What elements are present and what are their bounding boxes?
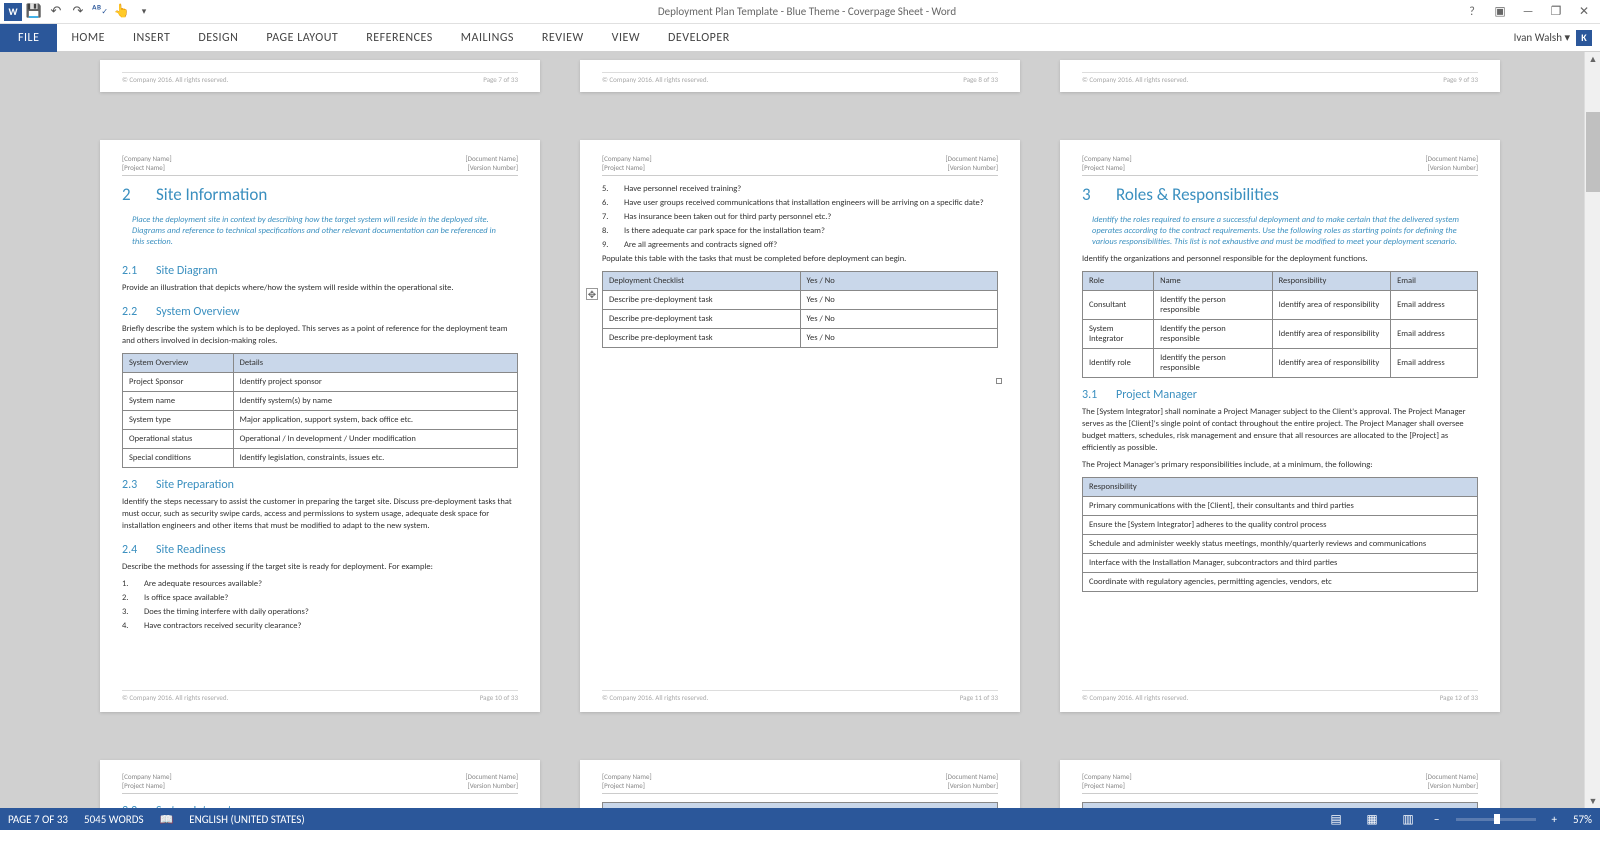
tab-review[interactable]: REVIEW: [528, 24, 598, 52]
minimize-icon[interactable]: —: [1516, 2, 1540, 22]
page-count[interactable]: PAGE 7 OF 33: [8, 813, 68, 826]
heading-site-preparation: 2.3Site Preparation: [122, 478, 518, 492]
page-12[interactable]: [Company Name][Project Name][Document Na…: [1060, 140, 1500, 712]
body-text: Populate this table with the tasks that …: [602, 254, 998, 266]
heading-roles: 3Roles & Responsibilities: [1082, 184, 1478, 205]
page-11[interactable]: [Company Name][Project Name][Document Na…: [580, 140, 1020, 712]
tab-developer[interactable]: DEVELOPER: [654, 24, 744, 52]
window-title: Deployment Plan Template - Blue Theme - …: [154, 5, 1460, 18]
body-text: Identify the steps necessary to assist t…: [122, 497, 518, 533]
read-mode-icon[interactable]: ▤: [1326, 810, 1346, 828]
heading-site-information: 2Site Information: [122, 184, 518, 205]
redo-button[interactable]: ↷: [68, 2, 88, 22]
body-text: The Project Manager's primary responsibi…: [1082, 460, 1478, 472]
web-layout-icon[interactable]: ▥: [1398, 810, 1418, 828]
zoom-level[interactable]: 57%: [1573, 813, 1592, 826]
spell-check-status[interactable]: 📖: [160, 813, 174, 826]
tab-references[interactable]: REFERENCES: [352, 24, 447, 52]
body-text: Describe the methods for assessing if th…: [122, 562, 518, 574]
tab-insert[interactable]: INSERT: [119, 24, 184, 52]
system-overview-table[interactable]: System OverviewDetails Project SponsorId…: [122, 353, 518, 468]
body-text: Provide an illustration that depicts whe…: [122, 283, 518, 295]
heading-project-manager: 3.1Project Manager: [1082, 388, 1478, 402]
zoom-slider[interactable]: [1456, 818, 1536, 821]
body-text: The [System Integrator] shall nominate a…: [1082, 407, 1478, 455]
print-layout-icon[interactable]: ▦: [1362, 810, 1382, 828]
deployment-checklist-table[interactable]: Deployment ChecklistYes / No Describe pr…: [602, 271, 998, 348]
zoom-thumb[interactable]: [1494, 814, 1500, 824]
body-text: Identify the organizations and personnel…: [1082, 254, 1478, 266]
quick-access-toolbar: W 💾 ↶ ↷ ᴬᴮ✓ 👆 ▾: [4, 2, 154, 22]
save-button[interactable]: 💾: [24, 2, 44, 22]
user-avatar[interactable]: K: [1576, 30, 1592, 46]
tab-page-layout[interactable]: PAGE LAYOUT: [252, 24, 352, 52]
zoom-in-button[interactable]: +: [1552, 813, 1557, 826]
page-13-stub[interactable]: [Company Name][Project Name][Document Na…: [100, 760, 540, 808]
tab-home[interactable]: HOME: [57, 24, 119, 52]
vertical-scrollbar[interactable]: ▲ ▼: [1584, 52, 1600, 808]
language-status[interactable]: ENGLISH (UNITED STATES): [189, 813, 304, 826]
word-icon[interactable]: W: [4, 3, 22, 21]
pm-responsibility-table[interactable]: Responsibility Primary communications wi…: [1082, 477, 1478, 592]
heading-system-integrator: 3.2System Integrator: [122, 804, 518, 808]
heading-system-overview: 2.2System Overview: [122, 305, 518, 319]
zoom-out-button[interactable]: −: [1434, 813, 1439, 826]
scroll-thumb[interactable]: [1586, 112, 1600, 192]
roles-table[interactable]: RoleNameResponsibilityEmail ConsultantId…: [1082, 271, 1478, 378]
page-stub-8: © Company 2016. All rights reserved.Page…: [580, 60, 1020, 92]
title-bar: W 💾 ↶ ↷ ᴬᴮ✓ 👆 ▾ Deployment Plan Template…: [0, 0, 1600, 24]
maximize-icon[interactable]: ❐: [1544, 2, 1568, 22]
scroll-up-icon[interactable]: ▲: [1586, 52, 1600, 66]
responsibility-table[interactable]: Responsibility Oversee the post-commissi…: [602, 802, 998, 808]
heading-site-diagram: 2.1Site Diagram: [122, 264, 518, 278]
tab-view[interactable]: VIEW: [598, 24, 654, 52]
qat-customize-icon[interactable]: ▾: [134, 2, 154, 22]
responsibility-table[interactable]: Responsibility Test equipment connectivi…: [1082, 802, 1478, 808]
page-stub-7: © Company 2016. All rights reserved.Page…: [100, 60, 540, 92]
tab-design[interactable]: DESIGN: [184, 24, 252, 52]
page-14-stub[interactable]: [Company Name][Project Name][Document Na…: [580, 760, 1020, 808]
tab-file[interactable]: FILE: [0, 24, 57, 52]
table-move-handle-icon[interactable]: ✥: [586, 288, 598, 300]
spellcheck-button[interactable]: ᴬᴮ✓: [90, 2, 110, 22]
page-15-stub[interactable]: [Company Name][Project Name][Document Na…: [1060, 760, 1500, 808]
readiness-list: 1.Are adequate resources available? 2.Is…: [122, 579, 518, 632]
close-icon[interactable]: ✕: [1572, 2, 1596, 22]
ribbon-options-icon[interactable]: ▣: [1488, 2, 1512, 22]
touch-mode-button[interactable]: 👆: [112, 2, 132, 22]
ribbon-tabs: FILE HOME INSERT DESIGN PAGE LAYOUT REFE…: [0, 24, 1600, 52]
document-workspace[interactable]: © Company 2016. All rights reserved.Page…: [0, 52, 1600, 808]
page-10[interactable]: [Company Name][Project Name][Document Na…: [100, 140, 540, 712]
undo-button[interactable]: ↶: [46, 2, 66, 22]
word-count[interactable]: 5045 WORDS: [84, 813, 144, 826]
readiness-list-cont: 5.Have personnel received training? 6.Ha…: [602, 184, 998, 251]
user-name[interactable]: Ivan Walsh ▾: [1514, 31, 1570, 44]
status-bar: PAGE 7 OF 33 5045 WORDS 📖 ENGLISH (UNITE…: [0, 808, 1600, 830]
tab-mailings[interactable]: MAILINGS: [447, 24, 528, 52]
heading-site-readiness: 2.4Site Readiness: [122, 543, 518, 557]
table-resize-handle-icon[interactable]: [996, 378, 1002, 384]
intro-text: Identify the roles required to ensure a …: [1082, 213, 1478, 254]
body-text: Briefly describe the system which is to …: [122, 324, 518, 348]
page-stub-9: © Company 2016. All rights reserved.Page…: [1060, 60, 1500, 92]
scroll-down-icon[interactable]: ▼: [1586, 794, 1600, 808]
intro-text: Place the deployment site in context by …: [122, 213, 518, 254]
help-icon[interactable]: ?: [1460, 2, 1484, 22]
